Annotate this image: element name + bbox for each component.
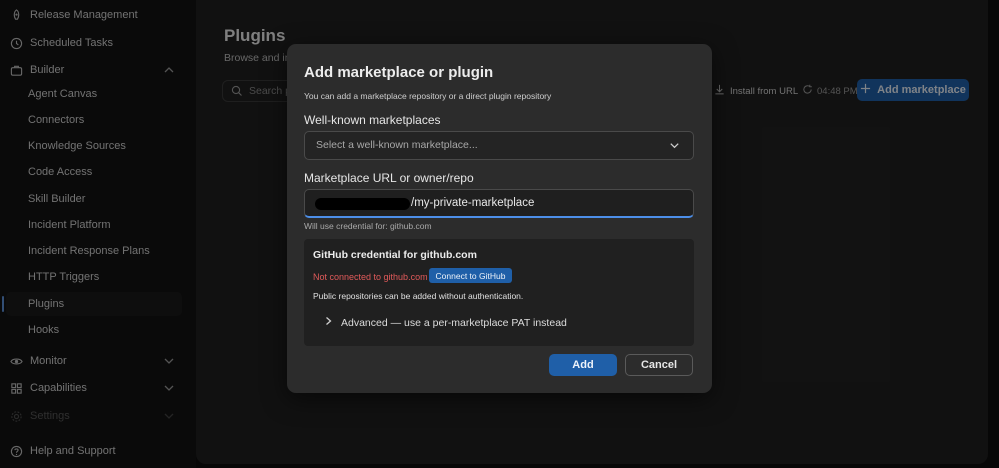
redacted-owner xyxy=(315,198,410,210)
marketplace-url-input[interactable]: /my-private-marketplace xyxy=(304,189,694,218)
connect-github-button[interactable]: Connect to GitHub xyxy=(429,268,512,283)
add-marketplace-dialog: Add marketplace or plugin You can add a … xyxy=(287,44,712,393)
credential-panel: GitHub credential for github.com Not con… xyxy=(304,239,694,346)
chevron-right-icon xyxy=(324,316,333,329)
chevron-down-icon xyxy=(668,139,681,157)
connection-status: Not connected to github.com xyxy=(313,272,428,282)
public-repo-note: Public repositories can be added without… xyxy=(313,291,524,301)
credential-title: GitHub credential for github.com xyxy=(313,249,477,261)
url-input-value: /my-private-marketplace xyxy=(411,197,535,209)
url-label: Marketplace URL or owner/repo xyxy=(304,171,474,185)
advanced-toggle[interactable]: Advanced — use a per-marketplace PAT ins… xyxy=(324,316,567,329)
well-known-label: Well-known marketplaces xyxy=(304,113,441,127)
dialog-subtitle: You can add a marketplace repository or … xyxy=(304,91,552,101)
well-known-select[interactable]: Select a well-known marketplace... xyxy=(304,131,694,160)
dialog-title: Add marketplace or plugin xyxy=(304,64,494,81)
credential-hint: Will use credential for: github.com xyxy=(304,221,432,231)
well-known-placeholder: Select a well-known marketplace... xyxy=(316,139,478,151)
add-button[interactable]: Add xyxy=(549,354,617,376)
cancel-button[interactable]: Cancel xyxy=(625,354,693,376)
advanced-label: Advanced — use a per-marketplace PAT ins… xyxy=(341,316,567,329)
